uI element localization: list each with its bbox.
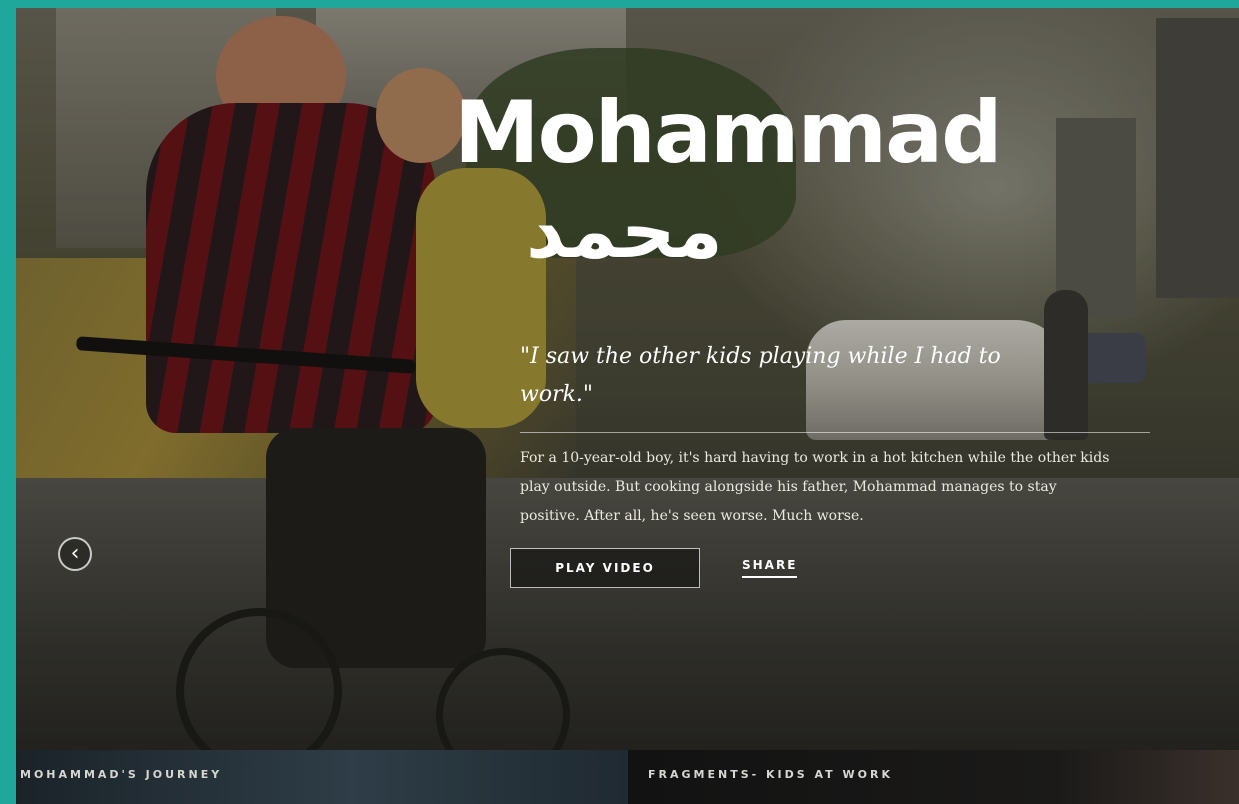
story-navigation: MOHAMMAD'S JOURNEY FRAGMENTS- KIDS AT WO…	[16, 750, 1239, 804]
tab-mohammads-journey[interactable]: MOHAMMAD'S JOURNEY	[16, 750, 628, 804]
story-description: For a 10-year-old boy, it's hard having …	[520, 450, 1110, 524]
tab-fragments-kids-at-work[interactable]: FRAGMENTS- KIDS AT WORK	[628, 750, 1239, 804]
story-frame: Mohammad محمد "I saw the other kids play…	[16, 8, 1239, 804]
divider	[520, 432, 1150, 433]
play-video-button[interactable]: PLAY VIDEO	[510, 548, 700, 588]
hero-background-photo: Mohammad محمد "I saw the other kids play…	[16, 8, 1239, 750]
chevron-left-icon[interactable]: ‹	[58, 537, 92, 571]
title-english: Mohammad	[454, 83, 1003, 183]
pull-quote: "I saw the other kids playing while I ha…	[520, 344, 1001, 407]
share-link[interactable]: SHARE	[742, 558, 798, 578]
title-arabic: محمد	[526, 186, 723, 275]
